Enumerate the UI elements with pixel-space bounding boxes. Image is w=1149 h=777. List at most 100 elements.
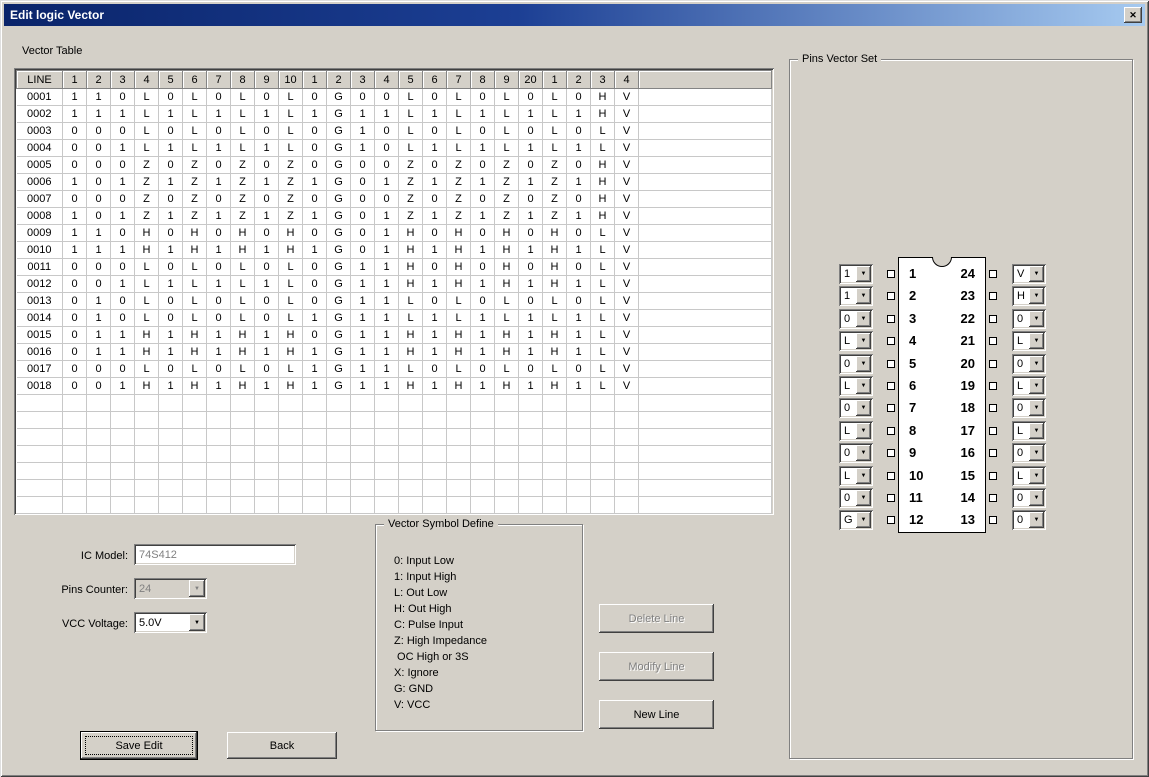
pin-7-select[interactable]: 0▼ (839, 398, 873, 418)
vector-cell: 1 (63, 208, 87, 225)
vector-cell: 1 (375, 293, 399, 310)
vector-cell: 0 (351, 174, 375, 191)
symbol-define-line: G: GND (394, 681, 574, 697)
pin-23-select-value: H (1017, 290, 1025, 302)
vector-cell: G (327, 242, 351, 259)
table-row[interactable]: 0012001L1L1L1L0G11H1H1H1H1LV (17, 276, 772, 293)
table-row[interactable]: 0017000L0L0L0L1G11L0L0L0L0LV (17, 361, 772, 378)
pin-14-select[interactable]: 0▼ (1012, 488, 1046, 508)
pin-1-select[interactable]: 1▼ (839, 264, 873, 284)
vector-cell: 0 (423, 361, 447, 378)
table-row[interactable]: 0011000L0L0L0L0G11H0H0H0H0LV (17, 259, 772, 276)
vector-cell: 0 (303, 157, 327, 174)
vector-cell: 0 (567, 259, 591, 276)
vector-cell: 1 (255, 344, 279, 361)
vector-cell: L (399, 140, 423, 157)
empty-cell (255, 395, 279, 412)
vector-cell: 0 (63, 361, 87, 378)
pin-stub (887, 516, 895, 524)
vector-cell: 0 (423, 123, 447, 140)
pin-10-select[interactable]: L▼ (839, 466, 873, 486)
vector-cell: 0 (207, 123, 231, 140)
empty-cell (495, 480, 519, 497)
table-row[interactable]: 0009110H0H0H0H0G01H0H0H0H0LV (17, 225, 772, 242)
empty-cell (375, 412, 399, 429)
table-row[interactable]: 0006101Z1Z1Z1Z1G01Z1Z1Z1Z1HV (17, 174, 772, 191)
pin-18-select[interactable]: 0▼ (1012, 398, 1046, 418)
empty-cell (207, 446, 231, 463)
vector-cell: 0 (423, 259, 447, 276)
vector-cell: H (447, 344, 471, 361)
table-row[interactable]: 0007000Z0Z0Z0Z0G00Z0Z0Z0Z0HV (17, 191, 772, 208)
pin-24-select[interactable]: V▼ (1012, 264, 1046, 284)
pin-2-select[interactable]: 1▼ (839, 286, 873, 306)
vector-cell: L (135, 310, 159, 327)
save-edit-button[interactable]: Save Edit (81, 732, 197, 759)
vector-cell: H (591, 157, 615, 174)
close-button[interactable]: ✕ (1124, 7, 1142, 23)
pin-15-select[interactable]: L▼ (1012, 466, 1046, 486)
pin-23-select[interactable]: H▼ (1012, 286, 1046, 306)
vector-cell: 0 (87, 140, 111, 157)
pin-3-select[interactable]: 0▼ (839, 309, 873, 329)
table-row[interactable]: 0010111H1H1H1H1G01H1H1H1H1LV (17, 242, 772, 259)
table-row[interactable]: 0015011H1H1H1H0G11H1H1H1H1LV (17, 327, 772, 344)
table-row[interactable]: 0004001L1L1L1L0G10L1L1L1L1LV (17, 140, 772, 157)
back-button[interactable]: Back (227, 732, 337, 759)
vector-cell: H (231, 242, 255, 259)
table-row[interactable]: 0018001H1H1H1H1G11H1H1H1H1LV (17, 378, 772, 395)
table-row[interactable]: 0013010L0L0L0L0G11L0L0L0L0LV (17, 293, 772, 310)
pin-21-select[interactable]: L▼ (1012, 331, 1046, 351)
pin-17-select[interactable]: L▼ (1012, 421, 1046, 441)
vector-cell: 1 (471, 208, 495, 225)
pin-20-select[interactable]: 0▼ (1012, 354, 1046, 374)
vector-cell: L (591, 344, 615, 361)
vector-cell: H (495, 344, 519, 361)
table-row[interactable]: 0008101Z1Z1Z1Z1G01Z1Z1Z1Z1HV (17, 208, 772, 225)
col-header-pin: 8 (231, 71, 255, 89)
pin-6-select[interactable]: L▼ (839, 376, 873, 396)
table-row[interactable]: 0005000Z0Z0Z0Z0G00Z0Z0Z0Z0HV (17, 157, 772, 174)
pin-12-select[interactable]: G▼ (839, 510, 873, 530)
pin-19-select[interactable]: L▼ (1012, 376, 1046, 396)
pin-9-select[interactable]: 0▼ (839, 443, 873, 463)
new-line-button[interactable]: New Line (599, 700, 714, 729)
vector-cell: L (495, 361, 519, 378)
vector-cell: 0 (63, 344, 87, 361)
vector-cell: L (183, 361, 207, 378)
empty-cell (519, 446, 543, 463)
vector-cell: 1 (567, 106, 591, 123)
vector-cell: H (279, 344, 303, 361)
vector-cell: 0 (375, 157, 399, 174)
table-row[interactable]: 0014010L0L0L0L1G11L1L1L1L1LV (17, 310, 772, 327)
vector-cell: G (327, 191, 351, 208)
empty-cell (519, 395, 543, 412)
symbol-define-line: L: Out Low (394, 585, 574, 601)
table-row[interactable]: 0001110L0L0L0L0G00L0L0L0L0HV (17, 89, 772, 106)
empty-cell (207, 480, 231, 497)
pin-stub (887, 382, 895, 390)
table-row[interactable]: 0003000L0L0L0L0G10L0L0L0L0LV (17, 123, 772, 140)
vector-cell: G (327, 106, 351, 123)
pin-22-select[interactable]: 0▼ (1012, 309, 1046, 329)
empty-cell (183, 395, 207, 412)
vector-cell: 0 (63, 327, 87, 344)
vector-cell: 1 (567, 174, 591, 191)
vector-cell: G (327, 225, 351, 242)
vector-cell: H (591, 191, 615, 208)
vector-cell: L (591, 225, 615, 242)
pin-13-select[interactable]: 0▼ (1012, 510, 1046, 530)
vector-cell: G (327, 276, 351, 293)
vector-cell: 1 (207, 242, 231, 259)
pin-11-select[interactable]: 0▼ (839, 488, 873, 508)
vcc-voltage-select[interactable]: 5.0V ▼ (134, 612, 207, 633)
pin-16-select[interactable]: 0▼ (1012, 443, 1046, 463)
vector-cell: 0 (351, 191, 375, 208)
table-row[interactable]: 0002111L1L1L1L1G11L1L1L1L1HV (17, 106, 772, 123)
pin-8-select[interactable]: L▼ (839, 421, 873, 441)
pin-4-select[interactable]: L▼ (839, 331, 873, 351)
vector-cell: H (447, 276, 471, 293)
pin-5-select[interactable]: 0▼ (839, 354, 873, 374)
table-row[interactable]: 0016011H1H1H1H1G11H1H1H1H1LV (17, 344, 772, 361)
empty-cell (111, 480, 135, 497)
